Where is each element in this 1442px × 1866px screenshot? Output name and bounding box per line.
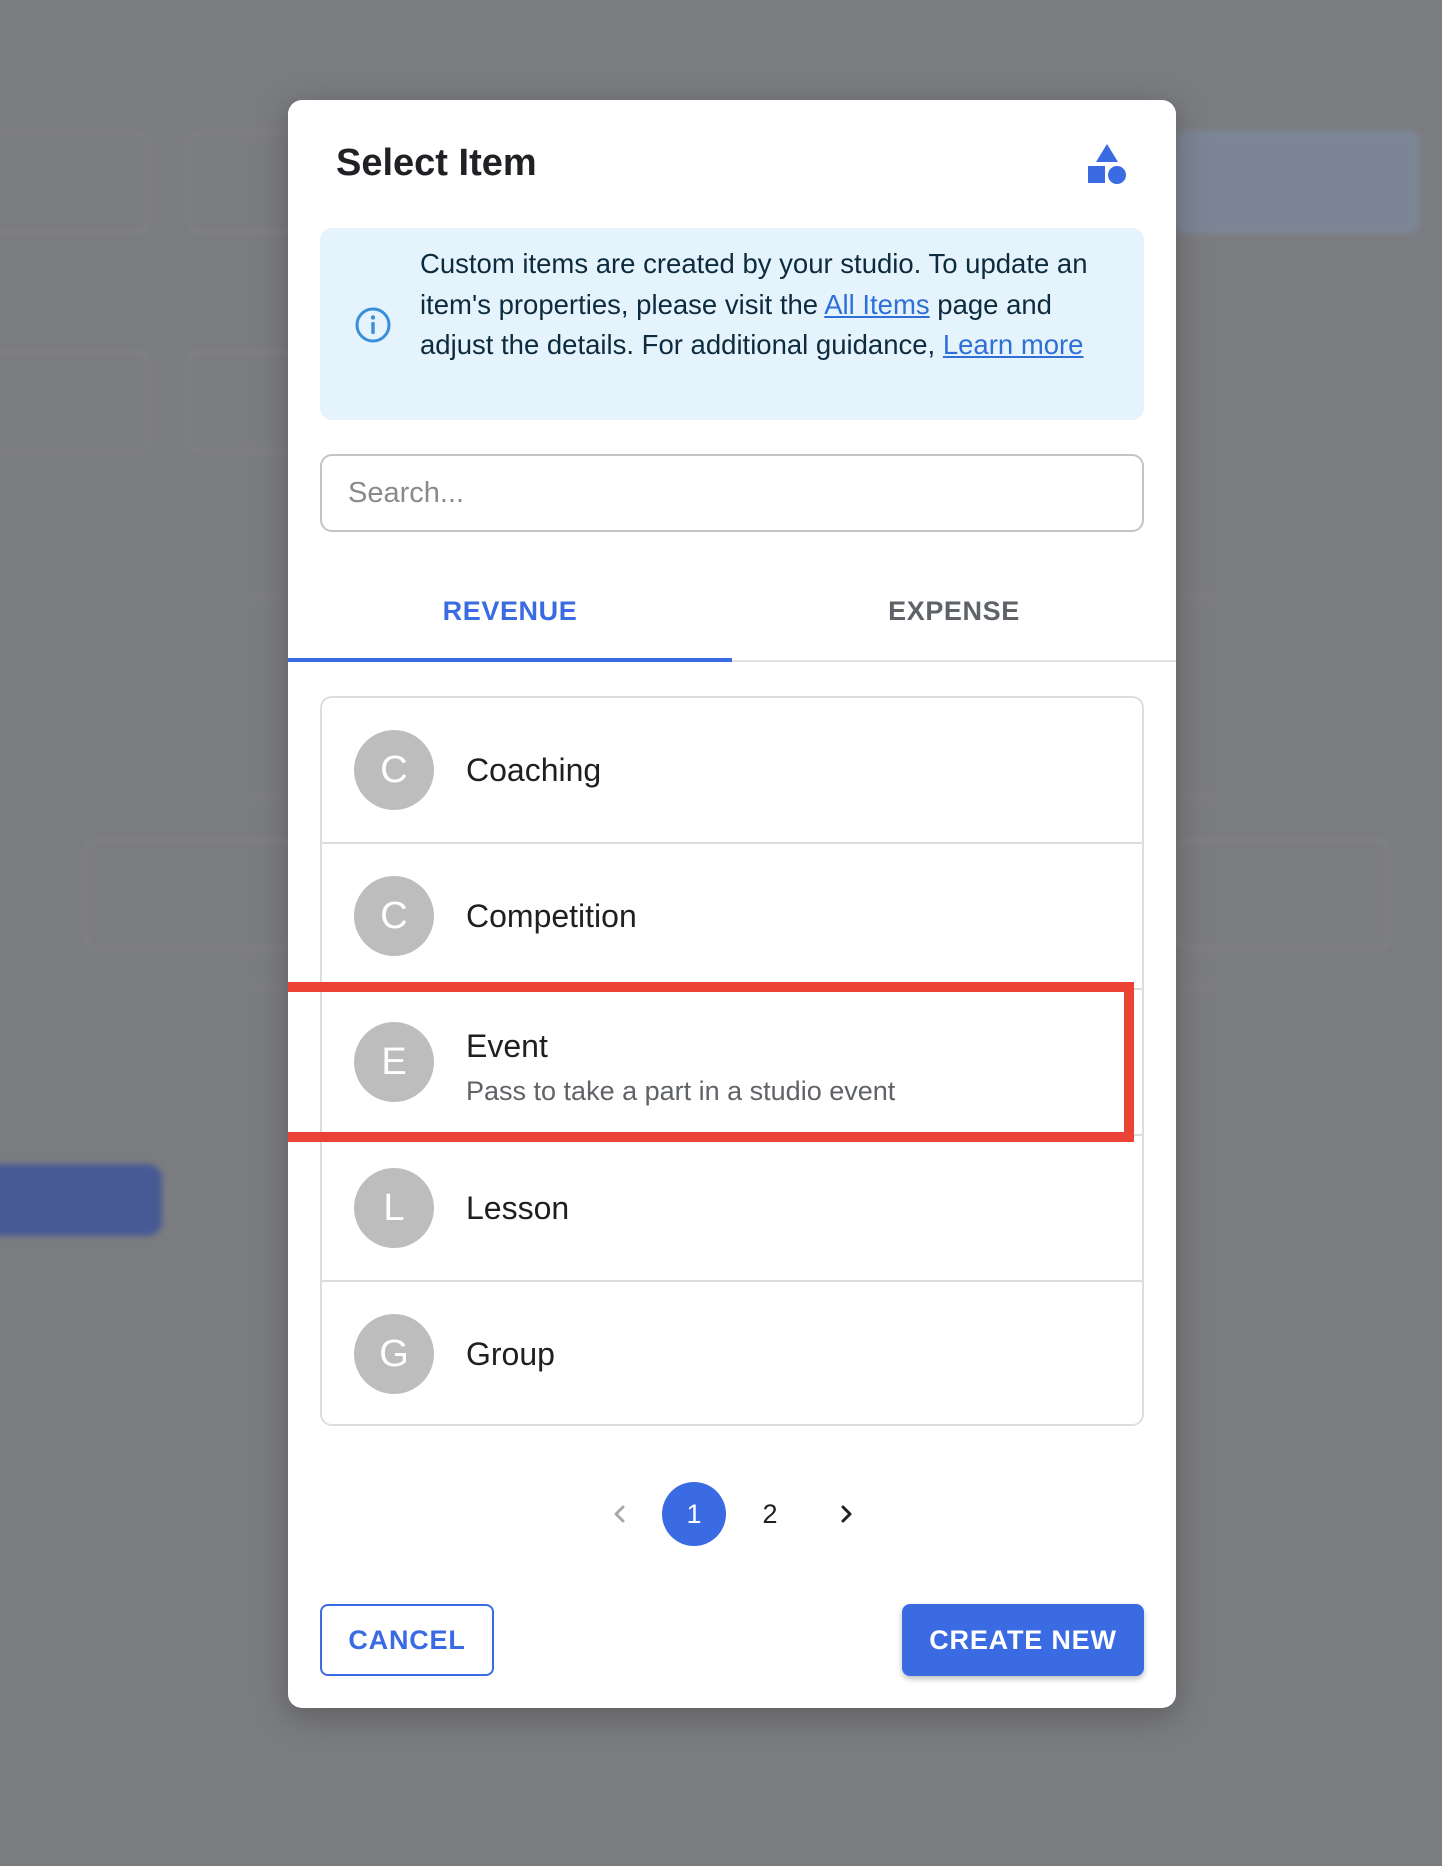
info-text: Custom items are created by your studio.… xyxy=(420,244,1110,366)
dialog-header: Select Item xyxy=(288,100,1176,220)
tab-expense[interactable]: EXPENSE xyxy=(732,562,1176,660)
list-item-competition[interactable]: C Competition xyxy=(322,844,1142,990)
learn-more-link[interactable]: Learn more xyxy=(943,329,1084,360)
item-title: Coaching xyxy=(466,752,602,788)
item-title: Competition xyxy=(466,898,637,934)
avatar: G xyxy=(354,1314,434,1394)
category-tabs: REVENUE EXPENSE xyxy=(288,562,1176,662)
list-item-event[interactable]: E Event Pass to take a part in a studio … xyxy=(322,990,1142,1136)
info-banner: Custom items are created by your studio.… xyxy=(320,228,1144,420)
active-tab-indicator xyxy=(288,658,732,662)
list-item-lesson[interactable]: L Lesson xyxy=(322,1136,1142,1282)
tab-label: REVENUE xyxy=(442,595,578,626)
bg-field xyxy=(186,132,296,232)
avatar: C xyxy=(354,876,434,956)
tab-label: EXPENSE xyxy=(888,595,1020,626)
item-list: C Coaching C Competition E Event Pass to… xyxy=(320,696,1144,1426)
bg-field xyxy=(0,352,150,452)
create-new-button[interactable]: CREATE NEW xyxy=(902,1604,1144,1676)
page-1-button[interactable]: 1 xyxy=(662,1482,726,1546)
bg-button xyxy=(0,1164,162,1236)
dialog-title: Select Item xyxy=(336,142,537,184)
bg-field xyxy=(1176,840,1390,950)
page-2-button[interactable]: 2 xyxy=(738,1482,802,1546)
pagination: 1 2 xyxy=(288,1482,1176,1546)
bg-field xyxy=(0,132,150,232)
search-input[interactable] xyxy=(348,456,1108,530)
item-title: Event xyxy=(466,1028,548,1064)
item-title: Lesson xyxy=(466,1190,570,1226)
chevron-right-icon xyxy=(841,1505,852,1523)
tab-revenue[interactable]: REVENUE xyxy=(288,562,732,660)
search-field xyxy=(320,454,1144,532)
select-item-dialog: Select Item Custom items are created by … xyxy=(288,100,1176,1708)
item-title: Group xyxy=(466,1336,555,1372)
previous-page-button[interactable] xyxy=(588,1482,652,1546)
avatar: C xyxy=(354,730,434,810)
all-items-link[interactable]: All Items xyxy=(824,289,929,320)
avatar: L xyxy=(354,1168,434,1248)
item-subtitle: Pass to take a part in a studio event xyxy=(466,1076,896,1106)
bg-banner xyxy=(1176,130,1420,234)
cancel-button[interactable]: CANCEL xyxy=(320,1604,494,1676)
bg-field xyxy=(186,352,296,452)
bg-field xyxy=(84,840,294,950)
info-icon xyxy=(355,307,391,343)
shapes-icon xyxy=(1088,144,1126,184)
next-page-button[interactable] xyxy=(814,1482,878,1546)
list-item-group[interactable]: G Group xyxy=(322,1282,1142,1424)
chevron-left-icon xyxy=(614,1505,625,1523)
avatar: E xyxy=(354,1022,434,1102)
list-item-coaching[interactable]: C Coaching xyxy=(322,698,1142,844)
